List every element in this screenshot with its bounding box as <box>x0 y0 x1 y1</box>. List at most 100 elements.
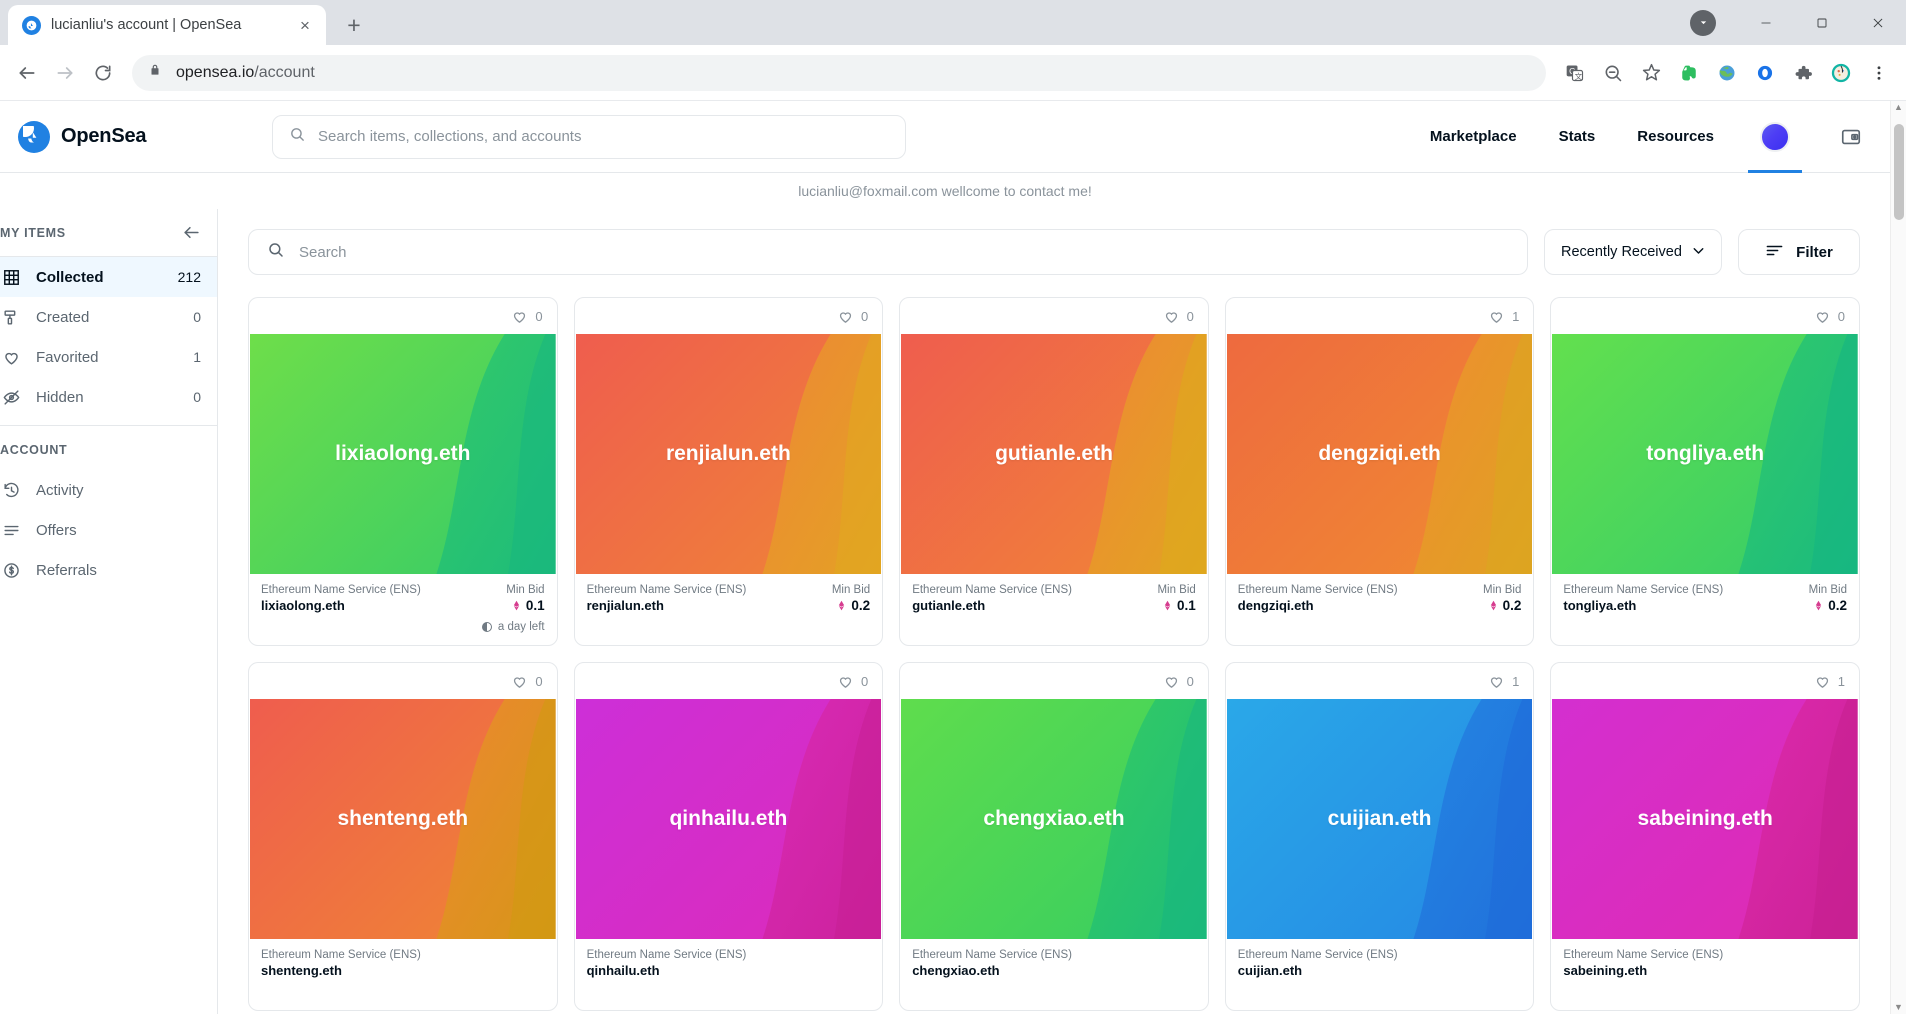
heart-icon[interactable] <box>1488 673 1505 690</box>
nft-card[interactable]: 0lixiaolong.ethEthereum Name Service (EN… <box>248 297 558 646</box>
zoom-out-icon[interactable] <box>1596 56 1630 90</box>
heart-icon[interactable] <box>837 673 854 690</box>
nft-card[interactable]: 1cuijian.ethEthereum Name Service (ENS)c… <box>1225 662 1535 1011</box>
sidebar-item-activity[interactable]: Activity <box>0 470 217 510</box>
bookmark-star-icon[interactable] <box>1634 56 1668 90</box>
card-footer: Ethereum Name Service (ENS)chengxiao.eth <box>900 939 1208 1010</box>
nft-tile-name: cuijian.eth <box>1320 807 1440 831</box>
collection-row: Ethereum Name Service (ENS) <box>261 949 545 961</box>
grid-icon <box>0 268 22 287</box>
nft-card[interactable]: 0renjialun.ethEthereum Name Service (ENS… <box>574 297 884 646</box>
evernote-icon[interactable] <box>1672 56 1706 90</box>
search-icon <box>267 241 285 264</box>
nav-stats[interactable]: Stats <box>1559 128 1596 145</box>
nft-tile-name: dengziqi.eth <box>1310 442 1449 466</box>
sidebar-header: MY ITEMS <box>0 209 217 257</box>
collection-row: Ethereum Name Service (ENS)Min Bid <box>912 584 1196 596</box>
collection-name: Ethereum Name Service (ENS) <box>1563 584 1723 596</box>
sidebar-item-referrals[interactable]: Referrals <box>0 550 217 590</box>
nav-resources[interactable]: Resources <box>1637 128 1714 145</box>
heart-icon[interactable] <box>1814 673 1831 690</box>
nft-tile-name: chengxiao.eth <box>975 807 1132 831</box>
chevron-down-icon[interactable] <box>1690 10 1716 36</box>
translate-icon[interactable]: G文 <box>1558 56 1592 90</box>
nft-card[interactable]: 1dengziqi.ethEthereum Name Service (ENS)… <box>1225 297 1535 646</box>
opensea-logo[interactable]: OpenSea <box>18 121 272 153</box>
scrollbar-thumb[interactable] <box>1894 124 1904 220</box>
opensea-favicon-icon <box>22 16 41 35</box>
nft-tile-name: tongliya.eth <box>1638 442 1772 466</box>
nav-marketplace[interactable]: Marketplace <box>1430 128 1517 145</box>
items-grid-scroll: 0lixiaolong.ethEthereum Name Service (EN… <box>218 275 1890 1014</box>
window-close-button[interactable] <box>1850 0 1906 45</box>
browser-tab[interactable]: lucianliu's account | OpenSea × <box>8 5 326 45</box>
timer-row: a day left <box>261 619 545 635</box>
wallet-icon[interactable] <box>1836 122 1866 152</box>
nft-card[interactable]: 0tongliya.ethEthereum Name Service (ENS)… <box>1550 297 1860 646</box>
heart-icon[interactable] <box>511 673 528 690</box>
heart-icon[interactable] <box>1163 308 1180 325</box>
opera-ring-icon[interactable] <box>1748 56 1782 90</box>
nft-card[interactable]: 0shenteng.ethEthereum Name Service (ENS)… <box>248 662 558 1011</box>
sidebar-item-hidden[interactable]: Hidden 0 <box>0 377 217 417</box>
back-button-icon[interactable] <box>10 56 44 90</box>
price-value: 0.1 <box>1162 598 1196 613</box>
items-search-input[interactable]: Search <box>248 229 1528 275</box>
heart-icon[interactable] <box>837 308 854 325</box>
sidebar-item-offers[interactable]: Offers <box>0 510 217 550</box>
chrome-menu-icon[interactable] <box>1862 56 1896 90</box>
forward-button-icon[interactable] <box>48 56 82 90</box>
heart-icon[interactable] <box>511 308 528 325</box>
clock-icon <box>0 481 22 500</box>
heart-icon[interactable] <box>1814 308 1831 325</box>
nft-card[interactable]: 0chengxiao.ethEthereum Name Service (ENS… <box>899 662 1209 1011</box>
nft-name: gutianle.eth <box>912 598 985 613</box>
nft-image: qinhailu.eth <box>576 699 882 939</box>
tab-close-icon[interactable]: × <box>294 14 316 36</box>
sidebar-item-created[interactable]: Created 0 <box>0 297 217 337</box>
profile-avatar-icon[interactable] <box>1824 56 1858 90</box>
reload-button-icon[interactable] <box>86 56 120 90</box>
account-avatar[interactable] <box>1756 101 1794 173</box>
scroll-down-arrow-icon[interactable]: ▼ <box>1894 1003 1903 1012</box>
heart-icon[interactable] <box>1488 308 1505 325</box>
ethereum-icon <box>1488 599 1499 612</box>
filter-icon <box>1765 241 1784 264</box>
nft-card[interactable]: 0qinhailu.ethEthereum Name Service (ENS)… <box>574 662 884 1011</box>
sidebar: MY ITEMS Collected 212 <box>0 209 218 1014</box>
page-viewport: OpenSea Search items, collections, and a… <box>0 101 1906 1014</box>
global-search-input[interactable]: Search items, collections, and accounts <box>272 115 906 159</box>
sort-value: Recently Received <box>1561 244 1682 260</box>
account-avatar-icon <box>1760 122 1790 152</box>
nft-image: dengziqi.eth <box>1227 334 1533 574</box>
heart-icon[interactable] <box>1163 673 1180 690</box>
price-value: 0.2 <box>836 598 870 613</box>
nft-card[interactable]: 0gutianle.ethEthereum Name Service (ENS)… <box>899 297 1209 646</box>
sort-dropdown[interactable]: Recently Received <box>1544 229 1722 275</box>
filter-button[interactable]: Filter <box>1738 229 1860 275</box>
items-grid: 0lixiaolong.ethEthereum Name Service (EN… <box>248 275 1860 1011</box>
globe-icon[interactable] <box>1710 56 1744 90</box>
nft-name: chengxiao.eth <box>912 963 999 978</box>
nft-tile-name: renjialun.eth <box>658 442 799 466</box>
scrollbar-track[interactable] <box>1891 112 1906 1003</box>
sidebar-item-count: 1 <box>193 349 201 365</box>
address-bar[interactable]: opensea.io/account <box>132 55 1546 91</box>
sidebar-item-collected[interactable]: Collected 212 <box>0 257 217 297</box>
maximize-button[interactable] <box>1794 0 1850 45</box>
card-footer: Ethereum Name Service (ENS)Min Bidtongli… <box>1551 574 1859 645</box>
minimize-button[interactable] <box>1738 0 1794 45</box>
collection-row: Ethereum Name Service (ENS) <box>587 949 871 961</box>
extensions-puzzle-icon[interactable] <box>1786 56 1820 90</box>
collapse-arrow-icon[interactable] <box>182 223 201 242</box>
nft-card[interactable]: 1sabeining.ethEthereum Name Service (ENS… <box>1550 662 1860 1011</box>
page-scrollbar[interactable]: ▲ ▼ <box>1890 101 1906 1014</box>
new-tab-button[interactable]: + <box>336 7 372 43</box>
sidebar-item-favorited[interactable]: Favorited 1 <box>0 337 217 377</box>
scroll-up-arrow-icon[interactable]: ▲ <box>1894 103 1903 112</box>
price-value: 0.2 <box>1813 598 1847 613</box>
name-price-row: tongliya.eth0.2 <box>1563 598 1847 613</box>
tab-title: lucianliu's account | OpenSea <box>51 17 284 33</box>
tab-strip: lucianliu's account | OpenSea × + <box>0 0 1906 45</box>
search-icon <box>289 126 306 148</box>
